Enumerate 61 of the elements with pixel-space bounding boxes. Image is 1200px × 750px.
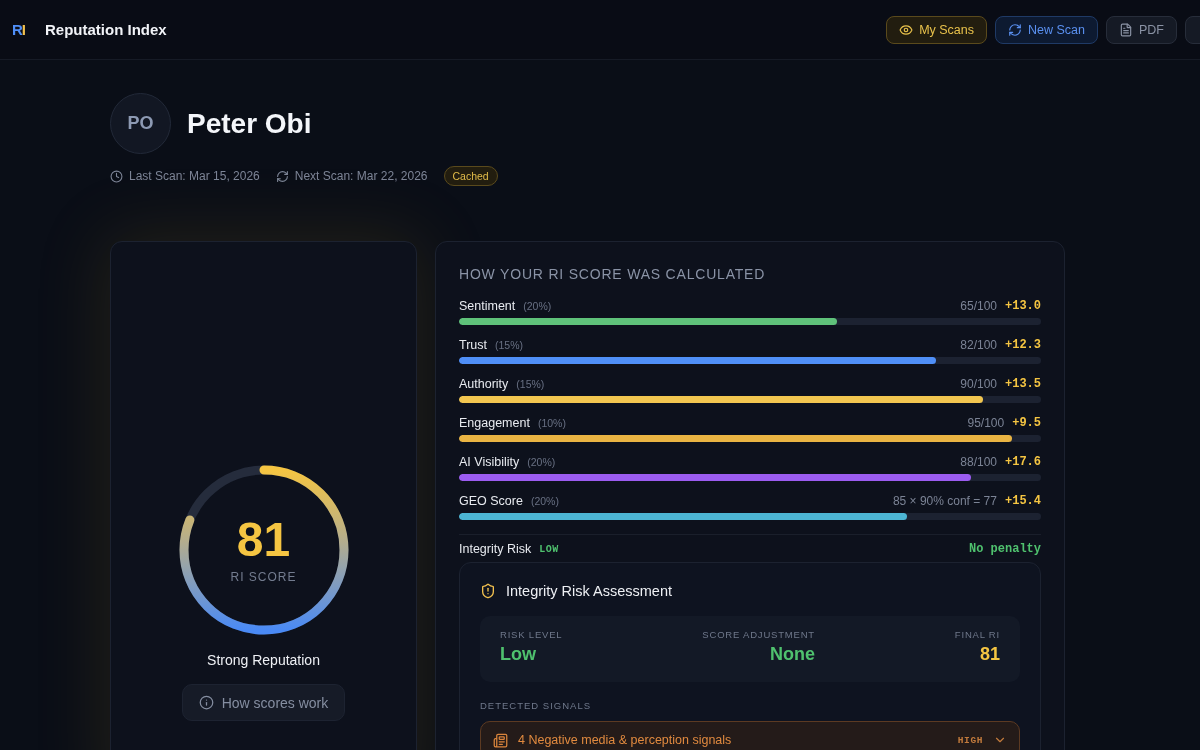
newspaper-icon <box>493 732 508 748</box>
factor-weight: (10%) <box>537 417 566 429</box>
clock-icon <box>110 169 123 183</box>
factor-reading: 85 × 90% conf = 77 <box>892 494 997 508</box>
pdf-button[interactable]: PDF <box>1106 15 1177 44</box>
info-icon <box>198 695 214 710</box>
stat-value: None <box>769 644 815 665</box>
integrity-risk-label: Integrity Risk <box>459 542 532 556</box>
factor-weight: (20%) <box>523 300 552 312</box>
my-scans-button[interactable]: My Scans <box>886 15 987 44</box>
stat-label: FINAL RI <box>954 629 1000 640</box>
stat-label: RISK LEVEL <box>500 629 563 640</box>
factor-points: +15.4 <box>1005 494 1041 508</box>
signals-title: DETECTED SIGNALS <box>480 700 593 711</box>
penalty-text: No penalty <box>969 542 1041 556</box>
shield-alert-icon <box>480 583 496 599</box>
stat-label: SCORE ADJUSTMENT <box>702 629 815 640</box>
stat-value: 81 <box>979 644 1000 665</box>
stat-value: Low <box>500 644 536 665</box>
factor-reading: 90/100 <box>960 377 997 391</box>
next-scan-text: Next Scan: Mar 22, 2026 <box>294 169 428 183</box>
score-value: 81 <box>236 516 291 564</box>
how-scores-work-button[interactable]: How scores work <box>181 684 346 721</box>
breakdown-title: HOW YOUR RI SCORE WAS CALCULATED <box>459 266 767 282</box>
factor-name: Authority <box>459 377 509 391</box>
severity-tag: HIGH <box>957 734 983 746</box>
factor-points: +13.0 <box>1005 299 1041 313</box>
factor-name: Engagement <box>459 416 530 430</box>
factor-weight: (15%) <box>495 339 524 351</box>
signal-text: 4 Negative media & perception signals <box>518 733 733 747</box>
factor-points: +12.3 <box>1005 338 1041 352</box>
signal-row[interactable]: 4 Negative media & perception signals HIGH <box>480 721 1020 750</box>
factor-weight: (20%) <box>530 495 559 507</box>
profile-name: Peter Obi <box>187 107 312 140</box>
factor-reading: 95/100 <box>967 416 1005 430</box>
document-icon <box>1119 22 1133 37</box>
logo: RI <box>12 21 25 38</box>
factor-reading: 82/100 <box>960 338 997 352</box>
factor-points: +13.5 <box>1005 377 1041 391</box>
new-scan-button[interactable]: New Scan <box>995 15 1098 44</box>
risk-tag: LOW <box>539 543 559 555</box>
factor-reading: 88/100 <box>960 455 997 469</box>
factor-name: Trust <box>459 338 487 352</box>
score-label: RI SCORE <box>230 570 297 584</box>
status-badge: Cached <box>443 166 498 186</box>
factor-weight: (15%) <box>516 378 545 390</box>
factor-points: +9.5 <box>1012 416 1041 430</box>
factor-weight: (20%) <box>527 456 556 468</box>
last-scan-text: Last Scan: Mar 15, 2026 <box>129 169 260 183</box>
factor-points: +17.6 <box>1005 455 1041 469</box>
assessment-title: Integrity Risk Assessment <box>506 583 672 599</box>
app-title: Reputation Index <box>45 21 167 38</box>
rating-text: Strong Reputation <box>207 652 320 668</box>
factor-name: GEO Score <box>459 494 523 508</box>
refresh-icon <box>275 169 289 183</box>
eye-icon <box>899 22 914 37</box>
factor-name: Sentiment <box>459 299 516 313</box>
refresh-icon <box>1008 22 1022 37</box>
factor-name: AI Visibility <box>459 455 520 469</box>
avatar: PO <box>110 93 171 154</box>
factor-reading: 65/100 <box>960 299 997 313</box>
